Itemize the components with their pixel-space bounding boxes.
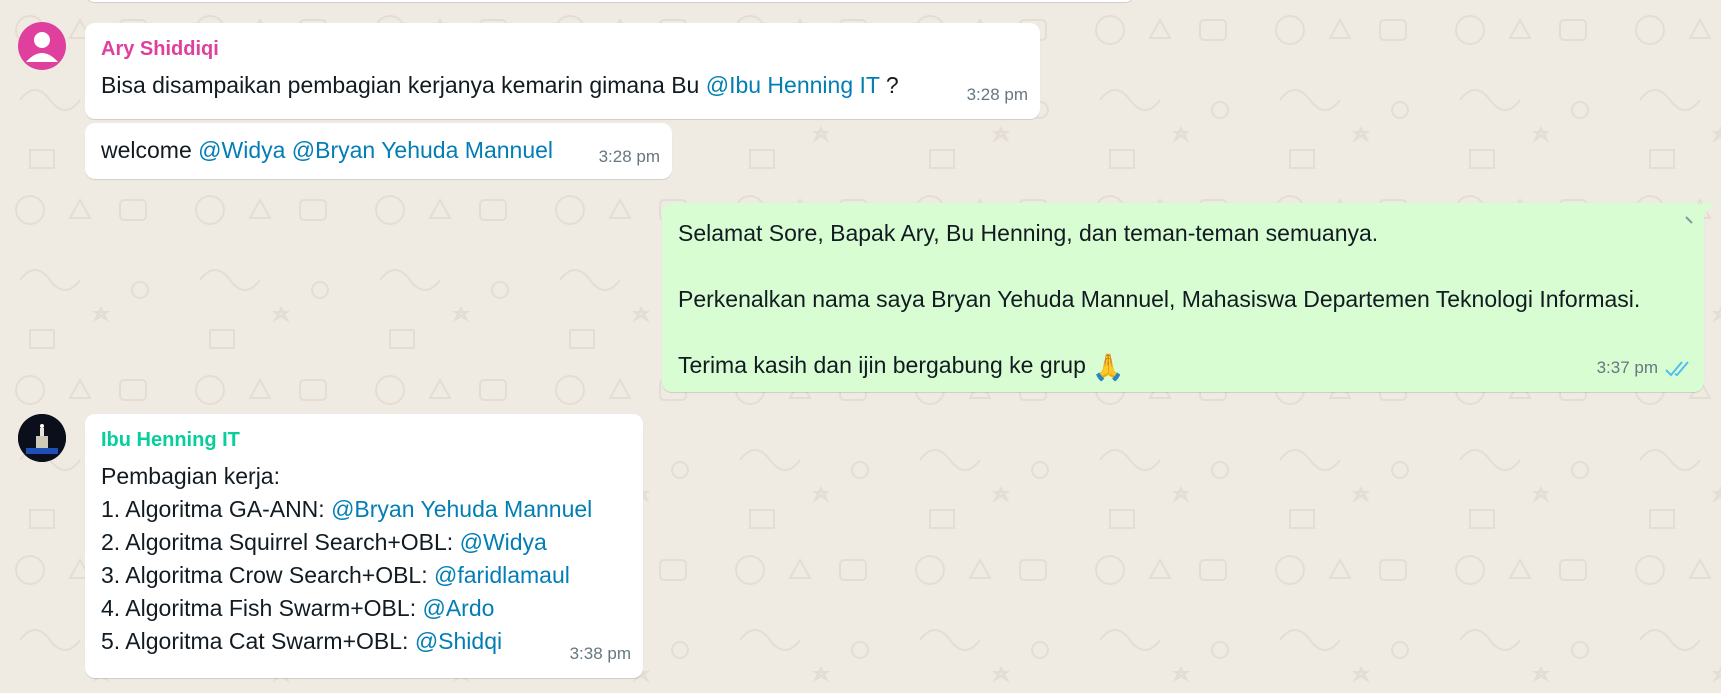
message-timestamp: 3:37 pm — [1596, 358, 1658, 377]
mention-link[interactable]: @faridlamaul — [434, 562, 570, 588]
bubble-tail-icon — [1702, 203, 1714, 217]
default-user-icon — [26, 32, 58, 62]
mention-link[interactable]: @Bryan Yehuda Mannuel — [331, 496, 592, 522]
avatar-ary-shiddiqi[interactable] — [18, 22, 66, 70]
mention-link[interactable]: @Widya — [198, 137, 285, 163]
sender-name[interactable]: Ibu Henning IT — [101, 428, 627, 452]
message-bubble-ary-1[interactable]: Ary Shiddiqi Bisa disampaikan pembagian … — [85, 23, 1040, 119]
avatar-ibu-henning-it[interactable] — [18, 414, 66, 462]
list-item: 4. Algoritma Fish Swarm+OBL: @Ardo — [101, 592, 627, 625]
previous-message-bubble-edge — [85, 0, 1135, 2]
list-item-label: 3. Algoritma Crow Search+OBL: — [101, 562, 435, 588]
message-bubble-ary-2[interactable]: welcome @Widya @Bryan Yehuda Mannuel 3:2… — [85, 123, 672, 179]
folded-hands-emoji: 🙏 — [1092, 352, 1125, 382]
mention-link[interactable]: @Widya — [460, 529, 547, 555]
list-item: 2. Algoritma Squirrel Search+OBL: @Widya — [101, 526, 627, 559]
sender-name[interactable]: Ary Shiddiqi — [101, 37, 1024, 61]
message-line: Selamat Sore, Bapak Ary, Bu Henning, dan… — [678, 220, 1379, 246]
list-item-label: 2. Algoritma Squirrel Search+OBL: — [101, 529, 460, 555]
message-timestamp: 3:28 pm — [966, 85, 1028, 104]
list-item-label: 5. Algoritma Cat Swarm+OBL: — [101, 628, 415, 654]
profile-photo-icon — [18, 414, 66, 462]
list-item: 5. Algoritma Cat Swarm+OBL: @Shidqi — [101, 625, 627, 658]
message-line-last: Terima kasih dan ijin bergabung ke grup … — [678, 349, 1688, 384]
message-bubble-henning[interactable]: Ibu Henning IT Pembagian kerja: 1. Algor… — [85, 414, 643, 678]
message-text: Bisa disampaikan pembagian kerjanya kema… — [101, 69, 1024, 102]
message-timestamp: 3:38 pm — [569, 644, 631, 663]
message-text-part: Terima kasih dan ijin bergabung ke grup — [678, 352, 1086, 378]
list-item: 1. Algoritma GA-ANN: @Bryan Yehuda Mannu… — [101, 493, 627, 526]
message-bubble-outgoing[interactable]: Selamat Sore, Bapak Ary, Bu Henning, dan… — [662, 203, 1714, 392]
message-text-part: Bisa disampaikan pembagian kerjanya kema… — [101, 72, 706, 98]
message-text: welcome @Widya @Bryan Yehuda Mannuel — [101, 134, 656, 167]
mention-link[interactable]: @Bryan Yehuda Mannuel — [292, 137, 553, 163]
double-check-read-icon — [1665, 360, 1689, 376]
list-item: 3. Algoritma Crow Search+OBL: @faridlama… — [101, 559, 627, 592]
message-line: Perkenalkan nama saya Bryan Yehuda Mannu… — [678, 286, 1641, 312]
mention-link[interactable]: @Shidqi — [415, 628, 502, 654]
message-text-part: ? — [879, 72, 899, 98]
chevron-down-icon[interactable] — [1682, 213, 1696, 227]
message-meta: 3:37 pm — [1597, 351, 1692, 384]
list-item-label: 1. Algoritma GA-ANN: — [101, 496, 332, 522]
message-line: Pembagian kerja: — [101, 463, 280, 489]
line-break — [678, 316, 1688, 349]
mention-link[interactable]: @Ibu Henning IT — [706, 72, 880, 98]
mention-link[interactable]: @Ardo — [422, 595, 494, 621]
message-timestamp: 3:28 pm — [598, 147, 660, 166]
list-item-label: 4. Algoritma Fish Swarm+OBL: — [101, 595, 423, 621]
line-break — [678, 250, 1688, 283]
message-text-part: welcome — [101, 137, 199, 163]
